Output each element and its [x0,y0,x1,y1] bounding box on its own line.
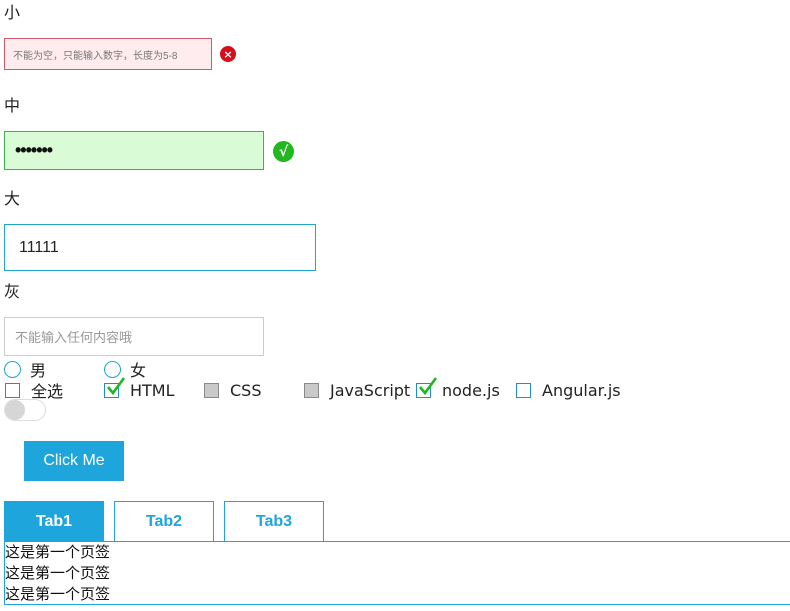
gray-input-placeholder: 不能输入任何内容哦 [15,330,133,345]
checkbox-nodejs[interactable]: node.js [416,376,500,400]
large-input-value: 11111 [19,238,59,256]
tab-panel-line: 这是第一个页签 [5,543,111,561]
checkbox-select-all[interactable]: 全选 [5,380,63,401]
checkbox-box-icon[interactable] [204,382,219,398]
checkbox-label: JavaScript [330,380,411,400]
large-label: 大 [4,189,21,208]
radio-label: 女 [130,361,147,380]
tab-3[interactable]: Tab3 [224,501,324,542]
checkbox-javascript[interactable]: JavaScript [304,380,410,400]
small-input[interactable]: 不能为空，只能输入数字，长度为5-8 [4,38,212,70]
checkbox-label: CSS [230,380,262,400]
tab-panel-line: 这是第一个页签 [5,585,111,603]
checkbox-label: Angular.js [542,380,621,400]
checkbox-angularjs[interactable]: Angular.js [516,380,621,400]
radio-male[interactable]: 男 [4,359,46,380]
error-icon: × [220,46,236,62]
click-me-button[interactable]: Click Me [24,441,124,481]
medium-password-input[interactable]: ••••••• [4,131,264,170]
checkbox-box-icon[interactable] [104,376,126,398]
tab-panel: 这是第一个页签 这是第一个页签 这是第一个页签 [4,542,790,605]
checkbox-label: HTML [130,380,175,400]
checkmark-icon [419,376,438,395]
checkbox-label: node.js [442,380,500,400]
small-input-value: 不能为空，只能输入数字，长度为5-8 [13,50,178,62]
radio-circle-icon[interactable] [4,360,21,378]
checkbox-html[interactable]: HTML [104,376,175,400]
valid-check-icon: √ [273,141,294,162]
small-label: 小 [4,3,21,22]
checkbox-box-icon[interactable] [416,376,438,398]
checkbox-box-icon[interactable] [304,382,319,398]
toggle-knob [5,400,25,420]
toggle-switch[interactable] [4,399,46,421]
tab-1[interactable]: Tab1 [4,501,104,542]
checkbox-box-icon[interactable] [516,382,531,398]
checkbox-css[interactable]: CSS [204,380,261,400]
gray-input[interactable]: 不能输入任何内容哦 [4,317,264,356]
tab-panel-line: 这是第一个页签 [5,564,111,582]
medium-label: 中 [4,96,21,115]
medium-input-value: ••••••• [15,140,53,160]
tab-2[interactable]: Tab2 [114,501,214,542]
checkmark-icon [107,376,126,395]
checkbox-box-icon[interactable] [5,382,20,398]
gray-label: 灰 [4,282,21,301]
large-input[interactable]: 11111 [4,224,316,271]
